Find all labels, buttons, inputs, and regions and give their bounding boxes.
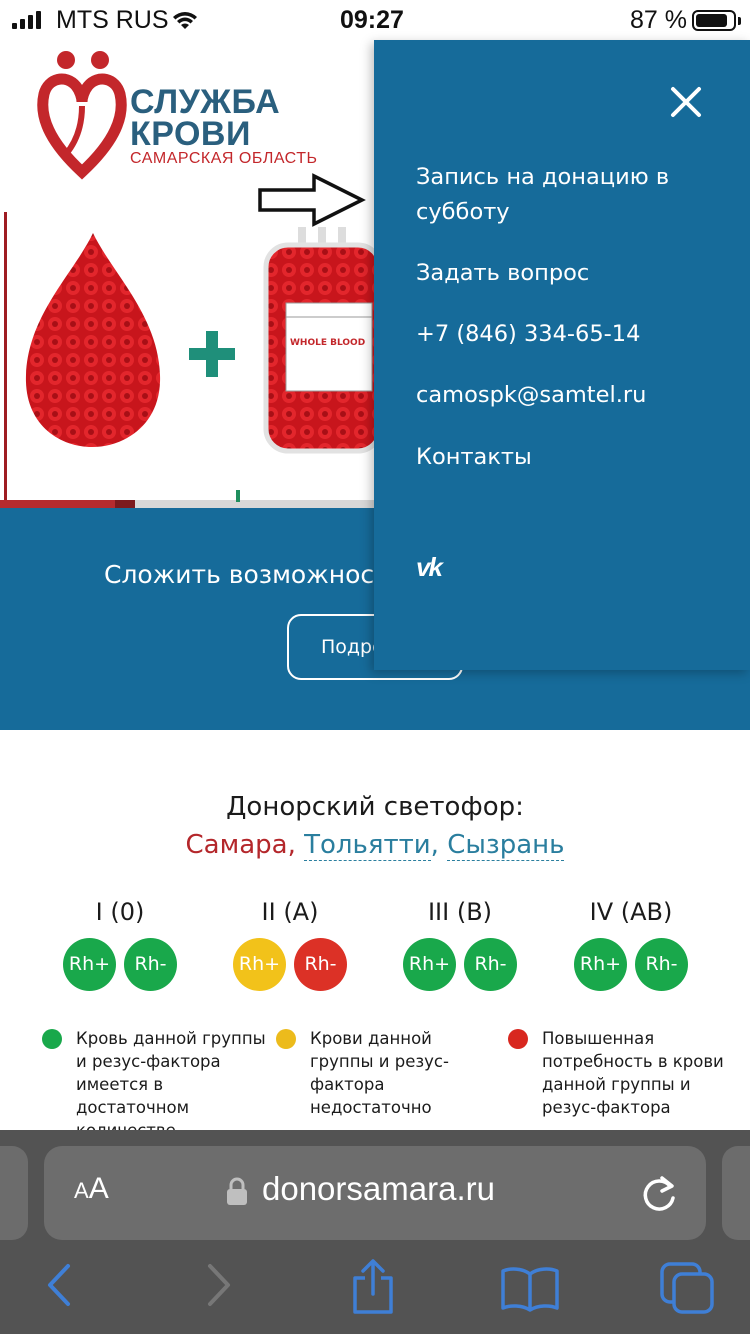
blood-group-label: II (A) — [261, 898, 319, 926]
clock: 09:27 — [340, 6, 404, 34]
blood-group-4: IV (AB) Rh+ Rh- — [551, 898, 711, 991]
legend-red-dot — [508, 1029, 528, 1049]
city-switcher: Самара, Тольятти, Сызрань — [185, 830, 565, 861]
menu-item-contacts[interactable]: Контакты — [416, 440, 716, 475]
hero-edge-line — [4, 212, 7, 500]
logo-subtitle: САМАРСКАЯ ОБЛАСТЬ — [130, 150, 318, 167]
blood-group-label: I (0) — [95, 898, 145, 926]
battery-percent: 87 % — [630, 6, 687, 34]
blood-group-3: III (B) Rh+ Rh- — [380, 898, 540, 991]
rh-positive-status: Rh+ — [574, 938, 627, 991]
city-samara[interactable]: Самара — [186, 830, 288, 860]
legend-text: Крови данной группы и резус-фактора недо… — [310, 1029, 449, 1117]
reload-icon[interactable] — [640, 1174, 678, 1214]
hero-slider-progress — [0, 490, 380, 508]
prev-tab-edge[interactable] — [0, 1146, 28, 1240]
back-icon[interactable] — [44, 1262, 74, 1308]
next-tab-edge[interactable] — [722, 1146, 750, 1240]
wifi-icon — [173, 12, 197, 29]
menu-item-saturday-donation[interactable]: Запись на донацию в субботу — [416, 160, 716, 230]
rh-negative-status: Rh- — [124, 938, 177, 991]
close-icon[interactable] — [670, 86, 702, 118]
blood-group-label: III (B) — [427, 898, 493, 926]
legend-yellow-dot — [276, 1029, 296, 1049]
text-size-button[interactable]: AA — [74, 1172, 109, 1206]
logo-mark-icon — [37, 51, 127, 180]
battery-cap — [738, 17, 741, 25]
arrow-pointer-icon — [258, 173, 366, 227]
blood-group-label: IV (AB) — [589, 898, 673, 926]
menu-item-email[interactable]: camospk@samtel.ru — [416, 378, 716, 413]
legend-text: Кровь данной группы и резус-фактора имее… — [76, 1029, 266, 1140]
legend-green-dot — [42, 1029, 62, 1049]
status-bar: MTS RUS 09:27 87 % — [0, 0, 750, 42]
blood-drop-and-bag-image: WHOLE BLOOD — [25, 227, 380, 454]
forward-icon[interactable] — [204, 1262, 234, 1308]
menu-item-ask-question[interactable]: Задать вопрос — [416, 256, 716, 291]
signal-icon — [12, 11, 41, 29]
city-tolyatti[interactable]: Тольятти — [304, 830, 431, 861]
site-logo[interactable]: СЛУЖБА КРОВИ САМАРСКАЯ ОБЛАСТЬ — [36, 50, 336, 180]
traffic-light-title: Донорский светофор: — [226, 792, 524, 822]
rh-negative-status: Rh- — [294, 938, 347, 991]
blood-group-1: I (0) Rh+ Rh- — [40, 898, 200, 991]
blood-group-2: II (A) Rh+ Rh- — [210, 898, 370, 991]
share-icon[interactable] — [350, 1258, 396, 1316]
rh-negative-status: Rh- — [464, 938, 517, 991]
lock-icon — [227, 1177, 247, 1205]
bag-label: WHOLE BLOOD — [290, 338, 365, 348]
rh-positive-status: Rh+ — [233, 938, 286, 991]
battery-icon — [692, 10, 736, 31]
bookmarks-icon[interactable] — [500, 1266, 560, 1312]
tabs-icon[interactable] — [660, 1262, 714, 1314]
carrier-name: MTS RUS — [56, 6, 169, 34]
battery-fill — [696, 14, 727, 27]
rh-positive-status: Rh+ — [63, 938, 116, 991]
rh-negative-status: Rh- — [635, 938, 688, 991]
logo-title: СЛУЖБА КРОВИ — [130, 83, 281, 153]
vk-icon[interactable]: vk — [416, 552, 443, 583]
side-menu: Запись на донацию в субботу Задать вопро… — [374, 40, 750, 670]
url-text[interactable]: donorsamara.ru — [262, 1170, 495, 1208]
menu-item-phone[interactable]: +7 (846) 334-65-14 — [416, 317, 716, 352]
rh-positive-status: Rh+ — [403, 938, 456, 991]
legend-text: Повышенная потребность в крови данной гр… — [542, 1029, 724, 1117]
city-syzran[interactable]: Сызрань — [447, 830, 565, 861]
hero-banner-text: Сложить возможнос — [104, 560, 375, 589]
